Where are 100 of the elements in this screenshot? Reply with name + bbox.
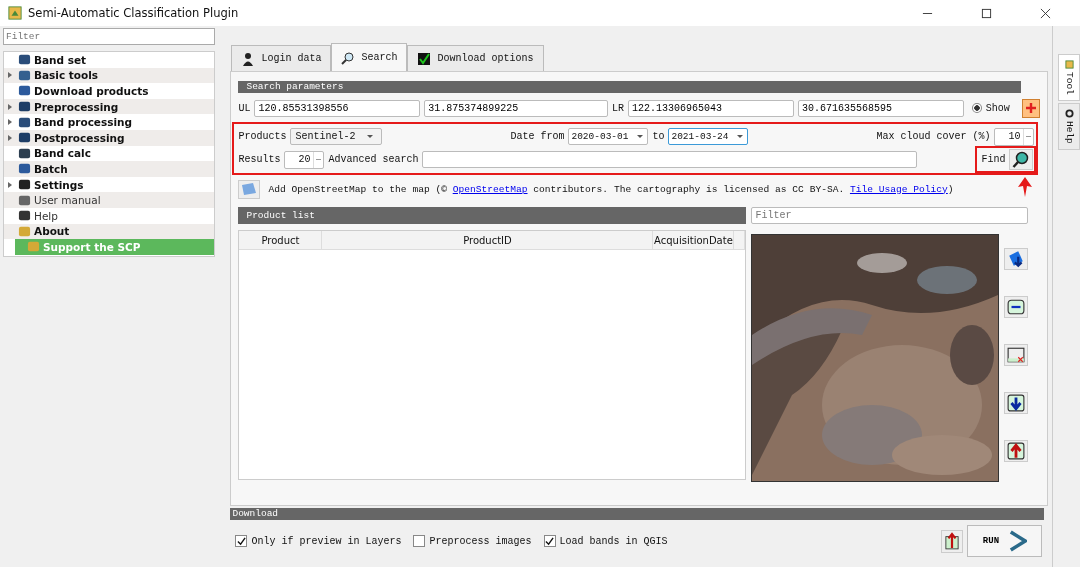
tree-item-label: Band processing	[34, 116, 133, 129]
tree-item[interactable]: Preprocessing	[4, 98, 214, 115]
checkmark-icon	[417, 51, 432, 66]
column-header[interactable]: AcquisitionDate	[653, 231, 735, 249]
tool-icon	[18, 178, 31, 192]
checkbox[interactable]	[235, 535, 248, 547]
tool-icon	[1064, 60, 1074, 69]
ul-label: UL	[238, 102, 251, 114]
tree-item-label: Settings	[34, 178, 84, 191]
tree-item[interactable]: Download products	[4, 83, 214, 99]
advanced-search-field[interactable]	[422, 151, 918, 168]
find-button[interactable]	[1009, 149, 1034, 170]
tree-item[interactable]: User manual	[4, 192, 214, 208]
tool-icon	[18, 146, 31, 160]
tool-icon	[27, 240, 40, 254]
show-label: Show	[985, 102, 1010, 114]
run-button[interactable]: RUN	[967, 525, 1043, 557]
filter-field[interactable]: Filter	[751, 207, 1029, 224]
tab[interactable]: Download options	[407, 45, 544, 71]
maximize-icon[interactable]	[981, 7, 992, 19]
osm-link[interactable]: OpenStreetMap	[452, 183, 528, 195]
expand-arrow-icon[interactable]	[8, 119, 12, 126]
column-header[interactable]: Product	[239, 231, 323, 249]
move-down-button[interactable]	[1004, 392, 1029, 414]
results-label: Results	[238, 154, 281, 165]
section-header: Download	[230, 508, 1045, 520]
expand-arrow-icon[interactable]	[8, 72, 12, 79]
dock-tab[interactable]: Help	[1058, 102, 1080, 150]
expand-arrow-icon[interactable]	[8, 181, 12, 188]
date-to-field[interactable]: 2021-03-24	[668, 128, 749, 145]
show-radio[interactable]	[971, 103, 982, 113]
checkbox[interactable]	[543, 535, 556, 547]
column-header[interactable]: ProductID	[322, 231, 654, 249]
lr-y-field[interactable]: 30.671635568595	[797, 99, 964, 117]
tool-icon	[18, 131, 31, 145]
tool-icon	[18, 115, 31, 129]
checkbox-label: Only if preview in Layers	[251, 535, 402, 547]
tree-item[interactable]: Postprocessing	[4, 129, 214, 146]
tree-item[interactable]: Batch	[4, 161, 214, 177]
tree-item-label: Batch	[34, 162, 68, 175]
tool-icon	[18, 84, 31, 98]
checkbox[interactable]	[413, 535, 426, 547]
tab[interactable]: Login data	[231, 45, 332, 71]
tree-item-label: Help	[34, 209, 58, 222]
tree-item[interactable]: About	[4, 223, 214, 240]
map-icon	[241, 182, 258, 196]
window-title: Semi-Automatic Classification Plugin	[28, 6, 239, 20]
ul-y-field[interactable]: 31.875374899225	[424, 99, 608, 117]
date-from-field[interactable]: 2020-03-01	[568, 128, 649, 145]
tree-item[interactable]: Basic tools	[4, 67, 214, 84]
tree-item-label: Support the SCP	[43, 240, 141, 253]
move-up-button[interactable]	[1004, 440, 1029, 462]
advanced-search-label: Advanced search	[328, 154, 419, 165]
close-icon[interactable]	[1040, 7, 1051, 19]
lr-x-field[interactable]: 122.13306965043	[628, 99, 794, 117]
find-label: Find	[981, 154, 1006, 165]
tree-item[interactable]: Band set	[4, 52, 214, 68]
tree-item[interactable]: Band calc	[4, 145, 214, 162]
section-header: Product list	[238, 207, 747, 224]
to-label: to	[652, 131, 665, 142]
tab[interactable]: Search	[331, 43, 408, 71]
add-button[interactable]	[1021, 98, 1041, 118]
search-icon	[1012, 150, 1031, 169]
results-spinbox[interactable]: 20	[284, 150, 325, 169]
products-dropdown[interactable]: Sentinel-2	[290, 128, 383, 145]
cloud-cover-label: Max cloud cover (%)	[876, 131, 991, 142]
checkbox-label: Preprocess images	[429, 535, 532, 547]
download-preview-button[interactable]	[1004, 248, 1029, 270]
expand-arrow-icon[interactable]	[8, 103, 12, 110]
ul-x-field[interactable]: 120.85531398556	[254, 99, 421, 117]
person-icon	[241, 51, 256, 66]
remove-button[interactable]	[1004, 296, 1029, 318]
tool-icon	[18, 162, 31, 176]
tool-icon	[18, 53, 31, 67]
tree-item-label: Postprocessing	[34, 131, 125, 144]
tool-icon	[18, 100, 31, 114]
date-from-label: Date from	[510, 131, 565, 142]
tile-policy-link[interactable]: Tile Usage Policy	[849, 183, 948, 195]
tool-icon	[18, 209, 31, 223]
tree-item-label: Band set	[34, 53, 87, 66]
tree-item[interactable]: Help	[4, 207, 214, 224]
help-icon	[1064, 108, 1074, 118]
tool-icon	[18, 193, 31, 207]
filter-field[interactable]: Filter	[3, 28, 215, 45]
pointer-arrow-icon	[1018, 177, 1033, 197]
tool-icon	[18, 68, 31, 82]
export-button[interactable]	[941, 529, 964, 553]
tree-item-label: Basic tools	[34, 69, 99, 82]
tree-item[interactable]: Band processing	[4, 114, 214, 130]
tree-item-label: Download products	[34, 85, 149, 97]
clear-button[interactable]	[1004, 344, 1029, 366]
plus-icon	[1025, 102, 1038, 114]
cloud-cover-spinbox[interactable]: 10	[994, 127, 1035, 146]
tree-item-label: About	[34, 225, 70, 238]
tree-item[interactable]: Settings	[4, 176, 214, 193]
dock-tab[interactable]: Tool	[1058, 54, 1080, 101]
expand-arrow-icon[interactable]	[8, 134, 12, 141]
products-label: Products	[238, 131, 287, 142]
section-header: Search parameters	[238, 81, 1022, 93]
tree-item-label: Preprocessing	[34, 100, 119, 113]
